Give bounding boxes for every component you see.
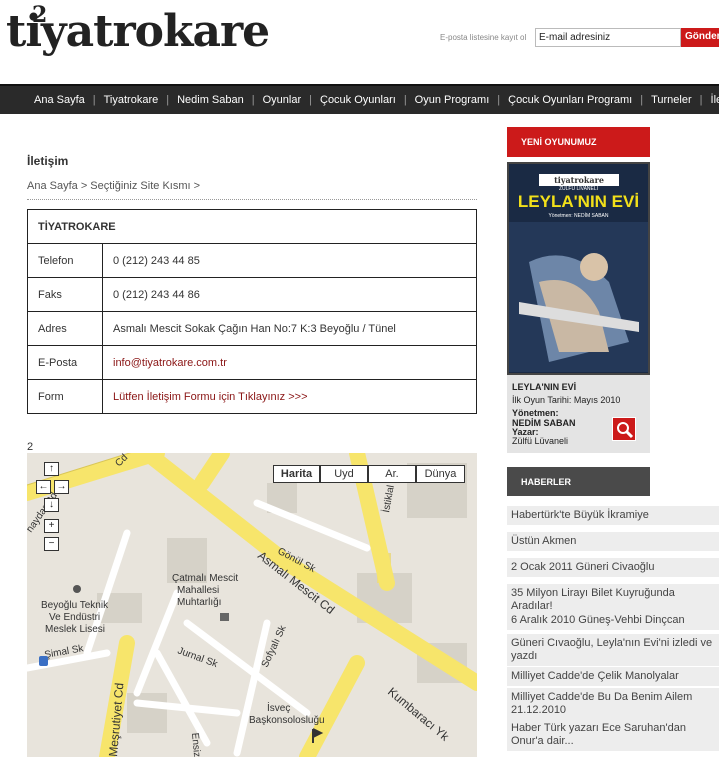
contact-label: E-Posta: [27, 345, 103, 380]
news-item[interactable]: Milliyet Cadde'de Çelik Manolyalar: [507, 667, 719, 686]
poster-title: LEYLA'NIN EVİ: [517, 192, 640, 211]
site-header: tiyatrokare 2 E-posta listesine kayıt ol…: [0, 0, 719, 84]
subscribe-label: E-posta listesine kayıt ol: [440, 33, 527, 42]
news-item[interactable]: Milliyet Cadde'de Bu Da Benim Ailem 21.1…: [507, 688, 719, 720]
play-name[interactable]: LEYLA'NIN EVİ: [512, 382, 576, 392]
news-item[interactable]: 6 Aralık 2010 Güneş-Vehbi Dinçcan: [507, 611, 719, 630]
nav-separator: |: [640, 94, 644, 106]
nav-item-iletisim[interactable]: İletişim: [711, 94, 719, 106]
site-logo[interactable]: tiyatrokare 2: [6, 2, 270, 57]
send-button[interactable]: Gönder: [681, 28, 719, 47]
nav-separator: |: [166, 94, 170, 106]
contact-label: Adres: [27, 311, 103, 346]
place-label: Beyoğlu Teknik: [41, 600, 109, 611]
map-label: 2: [27, 441, 34, 453]
table-row: E-Posta info@tiyatrokare.com.tr: [27, 345, 477, 380]
contact-label: Faks: [27, 277, 103, 312]
email-input[interactable]: [535, 28, 681, 47]
writer-name: Zülfü Lüvaneli: [512, 436, 569, 446]
map-type-harita[interactable]: Harita: [273, 465, 320, 483]
table-row: Telefon 0 (212) 243 44 85: [27, 243, 477, 278]
news-item[interactable]: Haber Türk yazarı Ece Saruhan'dan Onur'a…: [507, 719, 719, 751]
map-view[interactable]: Cd haydar Cd Asmalı Mescit Cd İstiklal C…: [27, 453, 477, 757]
contact-table: TİYATROKARE Telefon 0 (212) 243 44 85 Fa…: [27, 209, 477, 414]
zoom-in-button[interactable]: +: [44, 519, 59, 533]
magnify-icon: [617, 422, 634, 439]
play-poster[interactable]: tiyatrokare ZÜLFÜ LİVANELİ LEYLA'NIN EVİ…: [507, 162, 650, 375]
school-icon: [73, 585, 81, 593]
nav-separator: |: [251, 94, 255, 106]
poster-brand: tiyatrokare: [539, 174, 619, 186]
pan-down-button[interactable]: ↓: [44, 498, 59, 512]
landmark-icon: [220, 613, 229, 621]
place-label: Meslek Lisesi: [45, 624, 105, 635]
news-item[interactable]: Güneri Cıvaoğlu, Leyla'nın Evi'ni izledi…: [507, 634, 719, 666]
contact-phone: 0 (212) 243 44 85: [102, 243, 477, 278]
nav-separator: |: [92, 94, 96, 106]
nav-item-oyun-programi[interactable]: Oyun Programı: [415, 94, 490, 106]
nav-separator: |: [497, 94, 501, 106]
poster-artwork: [509, 222, 648, 372]
breadcrumb[interactable]: Ana Sayfa > Seçtiğiniz Site Kısmı >: [27, 180, 200, 192]
nav-item-oyunlar[interactable]: Oyunlar: [263, 94, 302, 106]
nav-item-cocuk-oyunlari-programi[interactable]: Çocuk Oyunları Programı: [508, 94, 632, 106]
page-title: İletişim: [27, 154, 69, 168]
divider: [27, 199, 477, 200]
place-label: Ve Endüstri: [49, 612, 100, 623]
table-row: Adres Asmalı Mescit Sokak Çağın Han No:7…: [27, 311, 477, 346]
map-type-arazi[interactable]: Ar.: [368, 465, 416, 483]
zoom-out-button[interactable]: −: [44, 537, 59, 551]
news-header: HABERLER: [507, 467, 650, 496]
news-item[interactable]: Üstün Akmen: [507, 532, 719, 551]
pan-up-button[interactable]: ↑: [44, 462, 59, 476]
director-label: Yönetmen:: [512, 408, 559, 418]
nav-separator: |: [699, 94, 703, 106]
place-label: Muhtarlığı: [177, 597, 221, 608]
contact-fax: 0 (212) 243 44 86: [102, 277, 477, 312]
nav-item-tiyatrokare[interactable]: Tiyatrokare: [104, 94, 159, 106]
new-play-header: YENİ OYUNUMUZ: [507, 127, 650, 157]
map-type-uydu[interactable]: Uyd: [320, 465, 368, 483]
play-date: İlk Oyun Tarihi: Mayıs 2010: [512, 395, 621, 405]
pan-right-button[interactable]: →: [54, 480, 69, 494]
street-label-ensiz: Ensiz: [189, 732, 202, 757]
place-label: Çatmalı Mescit: [172, 573, 238, 584]
poster-director: Yönetmen: NEDİM SABAN: [548, 213, 609, 219]
contact-address: Asmalı Mescit Sokak Çağın Han No:7 K:3 B…: [102, 311, 477, 346]
news-item[interactable]: 2 Ocak 2011 Güneri Civaoğlu: [507, 558, 719, 577]
nav-separator: |: [403, 94, 407, 106]
nav-item-ana-sayfa[interactable]: Ana Sayfa: [34, 94, 85, 106]
contact-label: Form: [27, 379, 103, 414]
contact-email-link[interactable]: info@tiyatrokare.com.tr: [102, 345, 477, 380]
nav-item-turneler[interactable]: Turneler: [651, 94, 692, 106]
nav-separator: |: [309, 94, 312, 106]
news-item[interactable]: Habertürk'te Büyük İkramiye: [507, 506, 719, 525]
map-canvas: Cd haydar Cd Asmalı Mescit Cd İstiklal C…: [27, 453, 477, 757]
contact-heading: TİYATROKARE: [27, 209, 477, 244]
bus-stop-icon: [39, 656, 48, 666]
magnify-button[interactable]: [612, 417, 636, 441]
logo-superscript: 2: [32, 2, 47, 28]
place-label: Başkonsolosluğu: [249, 715, 325, 726]
contact-form-link[interactable]: Lütfen İletişim Formu için Tıklayınız >>…: [102, 379, 477, 414]
table-row: Faks 0 (212) 243 44 86: [27, 277, 477, 312]
map-type-dunya[interactable]: Dünya: [416, 465, 465, 483]
place-label: Mahallesi: [177, 585, 219, 596]
nav-item-nedim-saban[interactable]: Nedim Saban: [177, 94, 244, 106]
contact-label: Telefon: [27, 243, 103, 278]
pan-left-button[interactable]: ←: [36, 480, 51, 494]
main-nav: Ana Sayfa | Tiyatrokare | Nedim Saban | …: [0, 84, 719, 114]
table-row: Form Lütfen İletişim Formu için Tıklayın…: [27, 379, 477, 414]
place-label: İsveç: [267, 701, 290, 714]
nav-item-cocuk-oyunlari[interactable]: Çocuk Oyunları: [320, 94, 396, 106]
